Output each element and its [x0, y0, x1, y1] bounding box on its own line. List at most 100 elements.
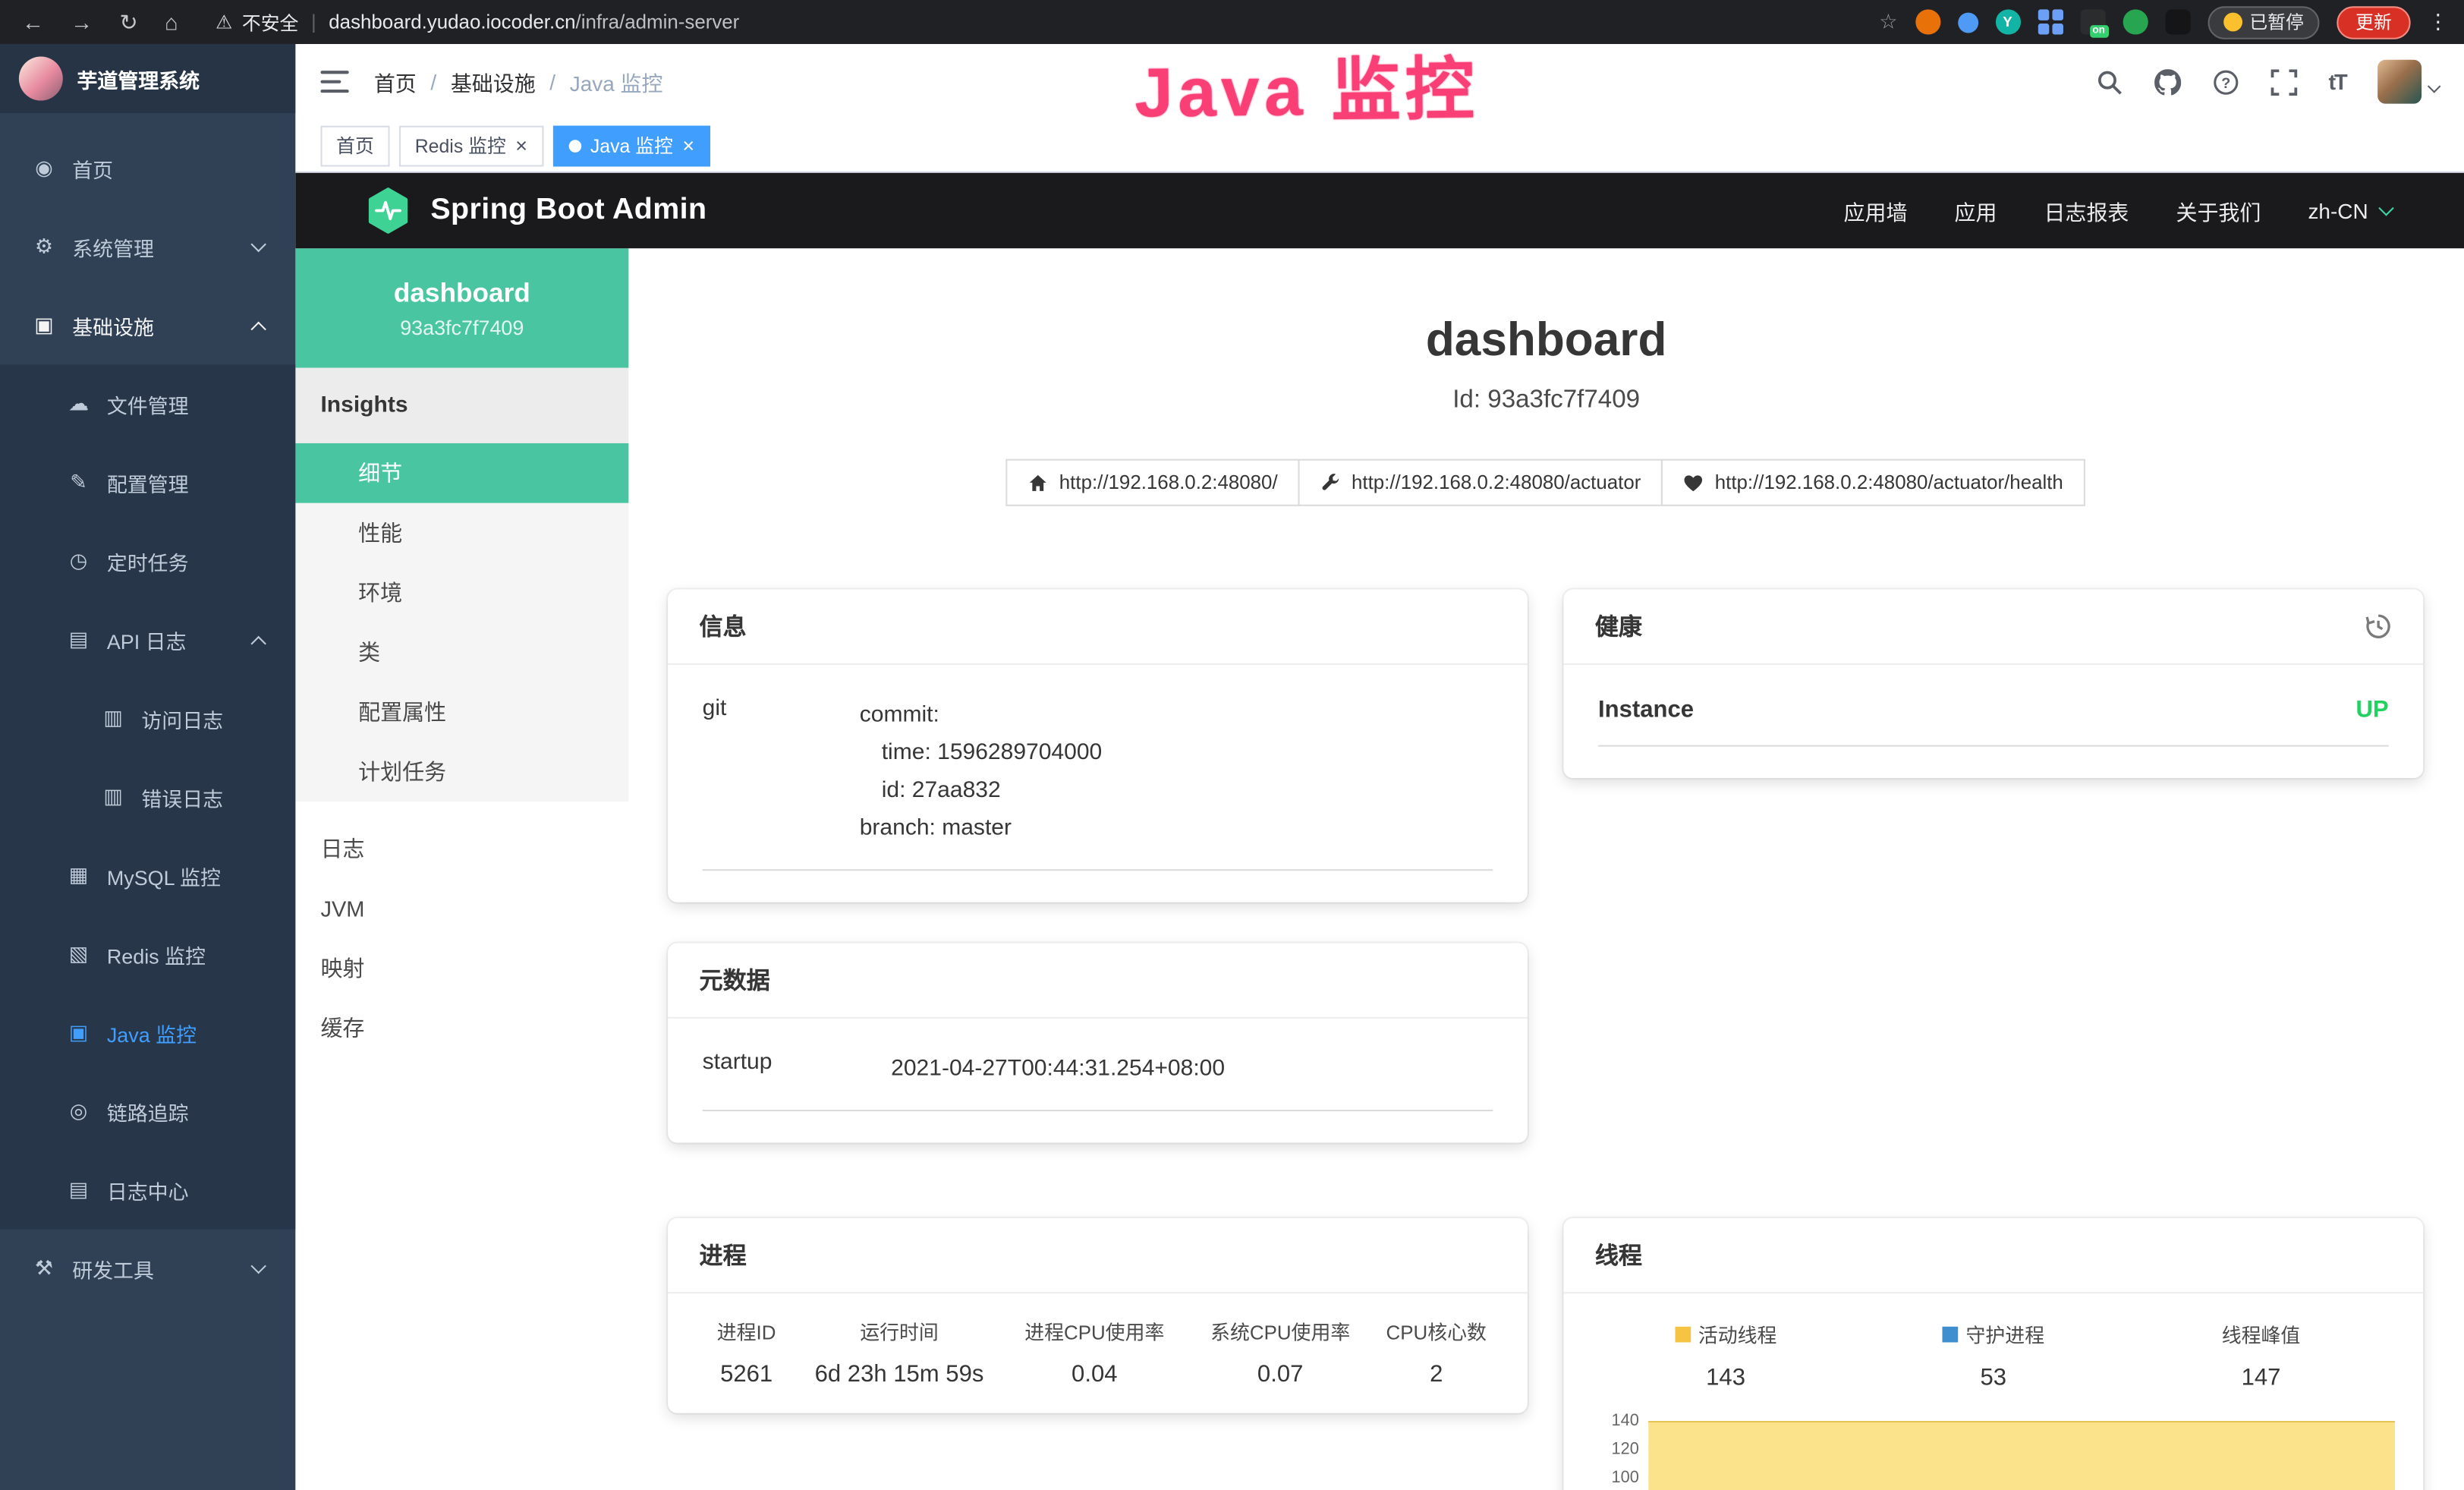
metadata-row: startup 2021-04-27T00:44:31.254+08:00 — [703, 1050, 1493, 1111]
tab-redis-monitor[interactable]: Redis 监控 × — [399, 125, 543, 166]
forward-icon[interactable]: → — [71, 9, 93, 34]
extension-icon-drop[interactable] — [1957, 12, 1978, 33]
health-url-link[interactable]: http://192.168.0.2:48080/actuator/health — [1661, 459, 2085, 506]
sba-nav-applications[interactable]: 应用 — [1955, 195, 1997, 226]
page-title: dashboard — [628, 314, 2464, 367]
sidebar-item-log-center[interactable]: ▤ 日志中心 — [0, 1151, 295, 1230]
cpu-cores: 2 — [1374, 1361, 1499, 1388]
address-bar[interactable]: dashboard.yudao.iocoder.cn/infra/admin-s… — [329, 11, 739, 33]
extension-icon-fox[interactable] — [1915, 9, 1940, 34]
github-icon[interactable] — [2154, 68, 2181, 95]
chevron-up-icon — [250, 636, 266, 651]
sidebar-item-scheduled-jobs[interactable]: ◷ 定时任务 — [0, 522, 295, 601]
user-menu[interactable] — [2377, 60, 2439, 104]
navbar-actions: ? tT — [2096, 60, 2464, 104]
info-value: commit: time: 1596289704000 id: 27aa832 … — [860, 696, 1103, 847]
legend-label: 活动线程 — [1698, 1318, 1777, 1348]
breadcrumb-infrastructure[interactable]: 基础设施 — [451, 66, 536, 97]
status-badge: UP — [2355, 696, 2388, 723]
database-icon: ▧ — [66, 941, 91, 966]
breadcrumb-home[interactable]: 首页 — [374, 66, 417, 97]
sba-brand-title[interactable]: Spring Boot Admin — [430, 194, 706, 228]
tab-home[interactable]: 首页 — [320, 125, 389, 166]
tools-icon: ⚒ — [31, 1256, 56, 1281]
insight-item-details[interactable]: 细节 — [295, 443, 628, 503]
help-icon[interactable]: ? — [2212, 68, 2239, 95]
instance-item-mappings[interactable]: 映射 — [295, 938, 628, 998]
browser-nav-buttons: ← → ↻ ⌂ — [0, 8, 200, 35]
legend-label: 守护进程 — [1966, 1318, 2045, 1348]
blue-legend-swatch — [1942, 1326, 1958, 1342]
insight-item-classes[interactable]: 类 — [295, 622, 628, 682]
link-label: http://192.168.0.2:48080/actuator/health — [1715, 471, 2063, 493]
process-card: 进程 进程ID 运行时间 进程CPU使用率 系统CPU使用率 CPU核心数 52… — [668, 1218, 1528, 1413]
home-icon — [1027, 472, 1048, 493]
target-icon: ◎ — [66, 1098, 91, 1123]
insight-item-config-props[interactable]: 配置属性 — [295, 682, 628, 742]
sba-nav-journal[interactable]: 日志报表 — [2044, 195, 2129, 226]
sidebar-item-home[interactable]: ◉ 首页 — [0, 129, 295, 208]
sba-nav-about[interactable]: 关于我们 — [2176, 195, 2261, 226]
fullscreen-icon[interactable] — [2270, 68, 2297, 95]
card-title: 信息 — [700, 610, 747, 642]
sidebar-item-java-monitor[interactable]: ▣ Java 监控 — [0, 994, 295, 1073]
app-logo-row[interactable]: 芋道管理系统 — [0, 44, 295, 113]
extension-icon-on-switch[interactable]: on — [2080, 9, 2105, 34]
instance-item-jvm[interactable]: JVM — [295, 879, 628, 939]
search-icon[interactable] — [2096, 68, 2123, 95]
sidebar-item-devtools[interactable]: ⚒ 研发工具 — [0, 1229, 295, 1308]
spring-boot-admin-logo[interactable] — [364, 187, 411, 234]
insight-item-environment[interactable]: 环境 — [295, 562, 628, 622]
sidebar-item-redis-monitor[interactable]: ▧ Redis 监控 — [0, 915, 295, 994]
instance-item-logs[interactable]: 日志 — [295, 819, 628, 879]
insight-item-scheduled-tasks[interactable]: 计划任务 — [295, 742, 628, 802]
extension-icon-leaf[interactable] — [2123, 9, 2148, 34]
sidebar-toggle-icon[interactable] — [320, 71, 348, 93]
instance-url-link[interactable]: http://192.168.0.2:48080/ — [1005, 459, 1299, 506]
sidebar-item-config-mgmt[interactable]: ✎ 配置管理 — [0, 443, 295, 522]
history-icon[interactable] — [2365, 613, 2392, 640]
sidebar-item-error-logs[interactable]: ▥ 错误日志 — [0, 758, 295, 836]
actuator-url-link[interactable]: http://192.168.0.2:48080/actuator — [1298, 459, 1663, 506]
chevron-up-icon — [250, 322, 266, 337]
close-icon[interactable]: × — [682, 135, 694, 156]
browser-update-button[interactable]: 更新 — [2337, 5, 2410, 38]
instance-item-caches[interactable]: 缓存 — [295, 998, 628, 1058]
sidebar-item-tracing[interactable]: ◎ 链路追踪 — [0, 1072, 295, 1151]
tab-label: Java 监控 — [590, 132, 673, 159]
sidebar-item-mysql-monitor[interactable]: ▦ MySQL 监控 — [0, 836, 295, 915]
column-header: 进程CPU使用率 — [1002, 1315, 1187, 1345]
bookmark-star-icon[interactable]: ☆ — [1879, 9, 1897, 34]
sidebar-item-access-logs[interactable]: ▥ 访问日志 — [0, 679, 295, 758]
close-icon[interactable]: × — [515, 135, 527, 156]
extension-icon-dark[interactable] — [2165, 9, 2190, 34]
locale-selector[interactable]: zh-CN — [2308, 199, 2391, 222]
threads-legend: 活动线程 守护进程 线程峰值 143 53 147 — [1592, 1312, 2395, 1391]
sidebar-item-file-mgmt[interactable]: ☁ 文件管理 — [0, 364, 295, 443]
sidebar-item-label: MySQL 监控 — [107, 861, 221, 890]
yellow-legend-swatch — [1675, 1326, 1691, 1342]
extension-icon-grid[interactable] — [2038, 9, 2063, 34]
sidebar-item-system-mgmt[interactable]: ⚙ 系统管理 — [0, 207, 295, 286]
sba-nav-wallboard[interactable]: 应用墙 — [1844, 195, 1908, 226]
sidebar-item-label: Redis 监控 — [107, 939, 206, 969]
y-tick: 120 — [1612, 1440, 1639, 1459]
url-path: /infra/admin-server — [576, 11, 740, 33]
back-icon[interactable]: ← — [22, 9, 44, 34]
main-content: dashboard Id: 93a3fc7f7409 http://192.16… — [628, 248, 2464, 1490]
instance-id: 93a3fc7f7409 — [400, 315, 524, 339]
health-instance-row[interactable]: Instance UP — [1598, 696, 2389, 746]
insight-item-metrics[interactable]: 性能 — [295, 503, 628, 563]
reload-icon[interactable]: ↻ — [119, 8, 137, 35]
site-security-chip[interactable]: ⚠ 不安全 — [216, 8, 298, 35]
sidebar-item-api-logs[interactable]: ▤ API 日志 — [0, 600, 295, 679]
sidebar-item-infrastructure[interactable]: ▣ 基础设施 — [0, 286, 295, 365]
instance-header[interactable]: dashboard 93a3fc7f7409 — [295, 248, 628, 367]
browser-menu-icon[interactable]: ⋮ — [2428, 9, 2448, 34]
tab-java-monitor[interactable]: Java 监控 × — [552, 125, 710, 166]
process-uptime: 6d 23h 15m 59s — [797, 1361, 1001, 1388]
font-size-icon[interactable]: tT — [2328, 69, 2346, 94]
extension-icon-y[interactable]: Y — [1995, 9, 2020, 34]
home-icon[interactable]: ⌂ — [165, 9, 178, 34]
sync-paused-badge[interactable]: 已暂停 — [2207, 5, 2319, 38]
